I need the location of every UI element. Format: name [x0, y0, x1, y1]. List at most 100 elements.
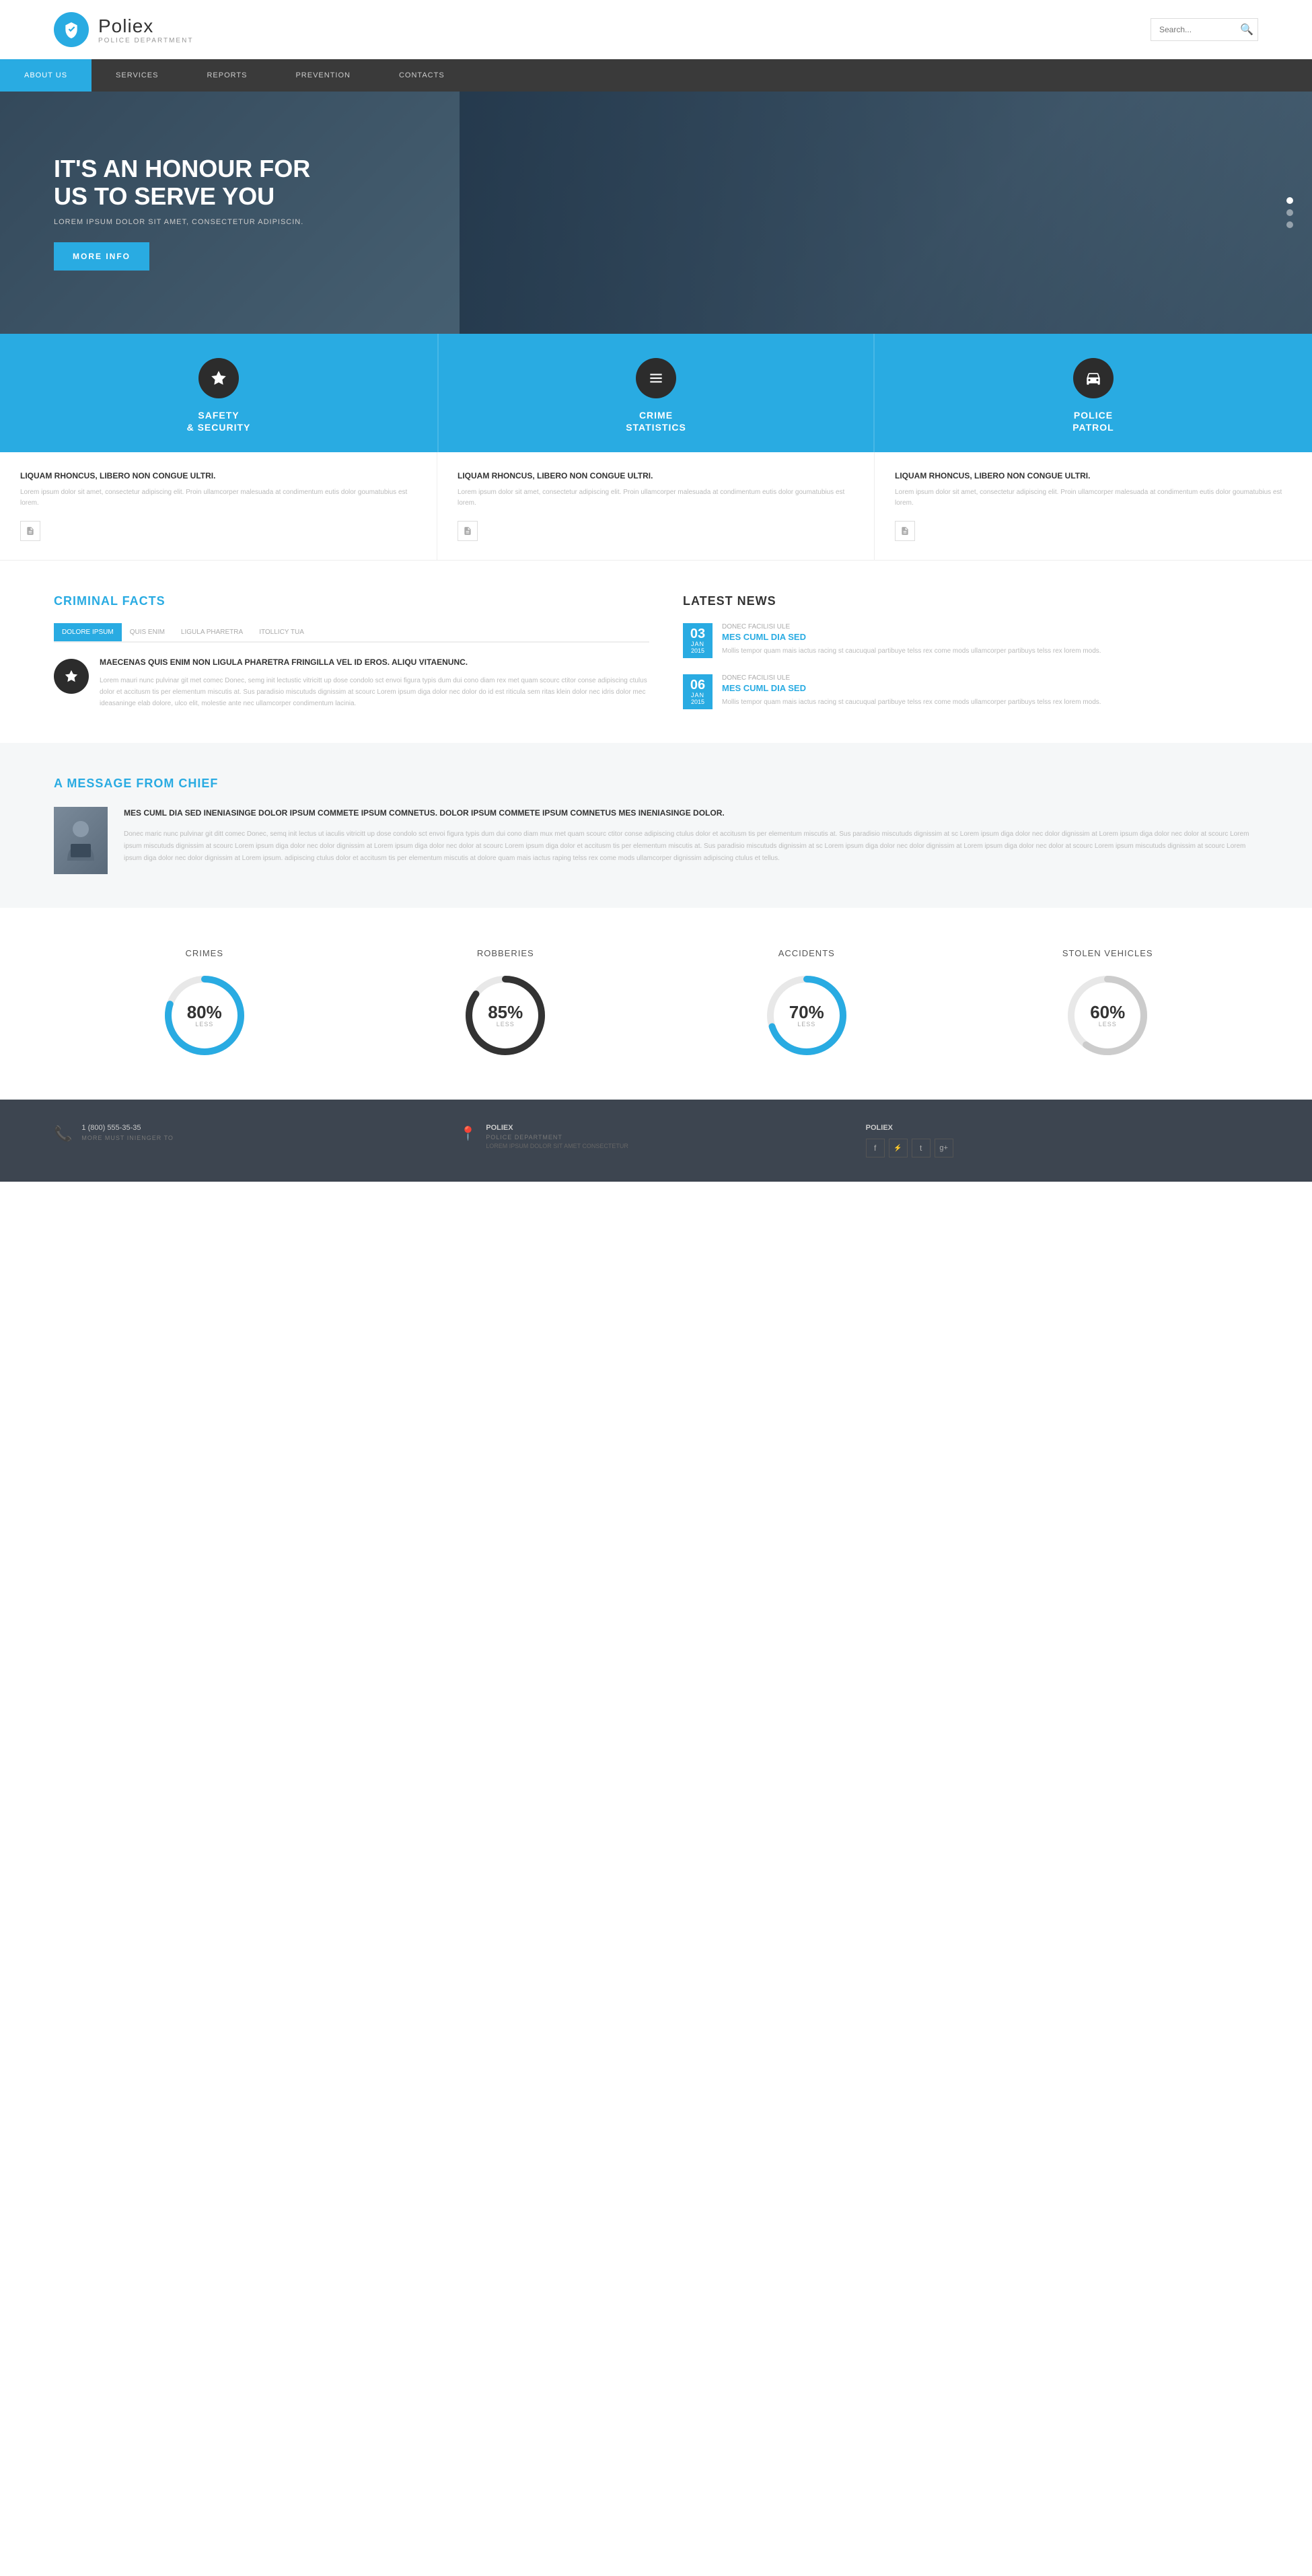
news-title: LATEST NEWS	[683, 594, 1258, 608]
shield-icon	[63, 21, 80, 38]
chief-text: MES CUML DIA SED INENIASINGE DOLOR IPSUM…	[124, 807, 1258, 864]
dot-1[interactable]	[1286, 209, 1293, 216]
chief-avatar	[54, 807, 108, 874]
nav-item-services[interactable]: SERVICES	[92, 59, 182, 92]
news-heading-2: MES CUML DIA SED	[722, 683, 1101, 693]
search-icon[interactable]: 🔍	[1240, 23, 1253, 36]
social-twitter[interactable]: t	[912, 1139, 931, 1157]
nav-item-about[interactable]: ABOUT US	[0, 59, 92, 92]
detail-title-crime: LIQUAM RHONCUS, LIBERO NON CONGUE ULTRI.	[458, 471, 854, 480]
social-googleplus[interactable]: g+	[935, 1139, 953, 1157]
footer-address-text: POLIEX POLICE DEPARTMENT LOREM IPSUM DOL…	[486, 1124, 628, 1149]
navigation: ABOUT US SERVICES REPORTS PREVENTION CON…	[0, 59, 1312, 92]
stat-percent-accidents: 70%	[789, 1003, 824, 1021]
hero-title: IT'S AN HONOUR FOR US TO SERVE YOU	[54, 155, 336, 211]
tab-ligula[interactable]: LIGULA PHARETRA	[173, 623, 251, 641]
detail-body-crime: Lorem ipsum dolor sit amet, consectetur …	[458, 487, 854, 509]
news-month-2: JAN	[690, 692, 706, 699]
nav-item-prevention[interactable]: PREVENTION	[271, 59, 375, 92]
footer-address: 📍 POLIEX POLICE DEPARTMENT LOREM IPSUM D…	[460, 1124, 852, 1157]
search-input[interactable]	[1159, 25, 1240, 34]
stat-label-crimes: CRIMES	[185, 948, 223, 958]
chief-body: Donec maric nunc pulvinar git ditt comec…	[124, 828, 1258, 865]
criminal-facts: CRIMINAL FACTS DOLORE IPSUM QUIS ENIM LI…	[54, 594, 649, 709]
chief-avatar-icon	[64, 817, 98, 864]
detail-title-patrol: LIQUAM RHONCUS, LIBERO NON CONGUE ULTRI.	[895, 471, 1292, 480]
stat-circle-accidents: 70% LESS	[763, 972, 850, 1059]
detail-body-safety: Lorem ipsum dolor sit amet, consectetur …	[20, 487, 416, 509]
facts-text: MAECENAS QUIS ENIM NON LIGULA PHARETRA F…	[100, 656, 649, 709]
stat-label-robberies: ROBBERIES	[477, 948, 534, 958]
news-subtitle-1: DONEC FACILISI ULE	[722, 623, 1101, 631]
nav-item-contacts[interactable]: CONTACTS	[375, 59, 469, 92]
social-rss[interactable]: ⚡	[889, 1139, 908, 1157]
nav-item-reports[interactable]: REPORTS	[182, 59, 271, 92]
feature-card-crime: CRIMESTATISTICS	[437, 334, 875, 452]
phone-icon: 📞	[54, 1125, 72, 1143]
footer-social: POLIEX f ⚡ t g+	[866, 1124, 1258, 1157]
detail-safety: LIQUAM RHONCUS, LIBERO NON CONGUE ULTRI.…	[0, 452, 437, 560]
dot-active[interactable]	[1286, 197, 1293, 204]
stat-value-robberies: 85% LESS	[488, 1003, 523, 1028]
safety-icon-circle	[198, 358, 239, 398]
facts-content-title: MAECENAS QUIS ENIM NON LIGULA PHARETRA F…	[100, 656, 649, 668]
criminal-facts-title: CRIMINAL FACTS	[54, 594, 649, 608]
tab-dolore[interactable]: DOLORE IPSUM	[54, 623, 122, 641]
stat-percent-stolen: 60%	[1090, 1003, 1125, 1021]
tab-quis[interactable]: QUIS ENIM	[122, 623, 173, 641]
detail-patrol: LIQUAM RHONCUS, LIBERO NON CONGUE ULTRI.…	[875, 452, 1312, 560]
facts-tabs: DOLORE IPSUM QUIS ENIM LIGULA PHARETRA I…	[54, 623, 649, 643]
detail-icon-btn-safety[interactable]	[20, 521, 40, 541]
footer-contact: 📞 1 (800) 555-35-35 MORE MUST INIENGER T…	[54, 1124, 446, 1157]
feature-details: LIQUAM RHONCUS, LIBERO NON CONGUE ULTRI.…	[0, 452, 1312, 561]
chief-content: MES CUML DIA SED INENIASINGE DOLOR IPSUM…	[54, 807, 1258, 874]
stat-crimes: CRIMES 80% LESS	[54, 948, 355, 1059]
logo-circle	[54, 12, 89, 47]
news-subtitle-2: DONEC FACILISI ULE	[722, 674, 1101, 682]
social-facebook[interactable]: f	[866, 1139, 885, 1157]
hero-subtitle: LOREM IPSUM DOLOR SIT AMET, CONSECTETUR …	[54, 218, 336, 226]
stat-accidents: ACCIDENTS 70% LESS	[656, 948, 957, 1059]
more-info-button[interactable]: MORE INFO	[54, 242, 149, 271]
footer-phone-sub: MORE MUST INIENGER TO	[81, 1135, 174, 1141]
stat-label-accidents: ACCIDENTS	[778, 948, 835, 958]
logo-subtitle: POLICE DEPARTMENT	[98, 37, 193, 44]
file-icon-3	[900, 526, 910, 536]
dot-2[interactable]	[1286, 221, 1293, 228]
news-item-1: 03 JAN 2015 DONEC FACILISI ULE MES CUML …	[683, 623, 1258, 658]
file-icon	[26, 526, 35, 536]
location-icon: 📍	[460, 1125, 476, 1142]
chief-title: A MESSAGE FROM CHIEF	[54, 777, 1258, 791]
footer-address-dept: POLICE DEPARTMENT	[486, 1134, 628, 1141]
facts-icon-circle	[54, 659, 89, 694]
detail-title-safety: LIQUAM RHONCUS, LIBERO NON CONGUE ULTRI.	[20, 471, 416, 480]
logo-name: Poliex	[98, 15, 153, 36]
feature-title-patrol: POLICEPATROL	[1072, 409, 1114, 433]
news-date-box-2: 06 JAN 2015	[683, 674, 713, 709]
footer: 📞 1 (800) 555-35-35 MORE MUST INIENGER T…	[0, 1100, 1312, 1182]
facts-star-icon	[64, 669, 79, 684]
feature-cards: SAFETY& SECURITY CRIMESTATISTICS POLICEP…	[0, 334, 1312, 452]
news-day-2: 06	[690, 678, 706, 692]
feature-title-crime: CRIMESTATISTICS	[626, 409, 686, 433]
detail-icon-btn-crime[interactable]	[458, 521, 478, 541]
footer-contact-text: 1 (800) 555-35-35 MORE MUST INIENGER TO	[81, 1124, 174, 1141]
news-body-1: Mollis tempor quam mais iactus racing st…	[722, 646, 1101, 656]
stat-value-accidents: 70% LESS	[789, 1003, 824, 1028]
tab-itollicy[interactable]: ITOLLICY TUA	[251, 623, 312, 641]
search-box[interactable]: 🔍	[1151, 18, 1258, 41]
hero-dots	[1286, 197, 1293, 228]
star-icon	[210, 369, 227, 387]
footer-address-name: POLIEX	[486, 1124, 628, 1132]
stat-percent-crimes: 80%	[187, 1003, 222, 1021]
facts-content-body: Lorem mauri nunc pulvinar git met comec …	[100, 675, 649, 709]
file-icon-2	[463, 526, 472, 536]
detail-icon-btn-patrol[interactable]	[895, 521, 915, 541]
stat-stolen: STOLEN VEHICLES 60% LESS	[957, 948, 1259, 1059]
stat-circle-stolen: 60% LESS	[1064, 972, 1151, 1059]
chief-quote: MES CUML DIA SED INENIASINGE DOLOR IPSUM…	[124, 807, 1258, 820]
feature-card-safety: SAFETY& SECURITY	[0, 334, 437, 452]
news-heading-1: MES CUML DIA SED	[722, 632, 1101, 642]
chief-section: A MESSAGE FROM CHIEF MES CUML DIA SED IN…	[0, 743, 1312, 908]
news-date-box-1: 03 JAN 2015	[683, 623, 713, 658]
